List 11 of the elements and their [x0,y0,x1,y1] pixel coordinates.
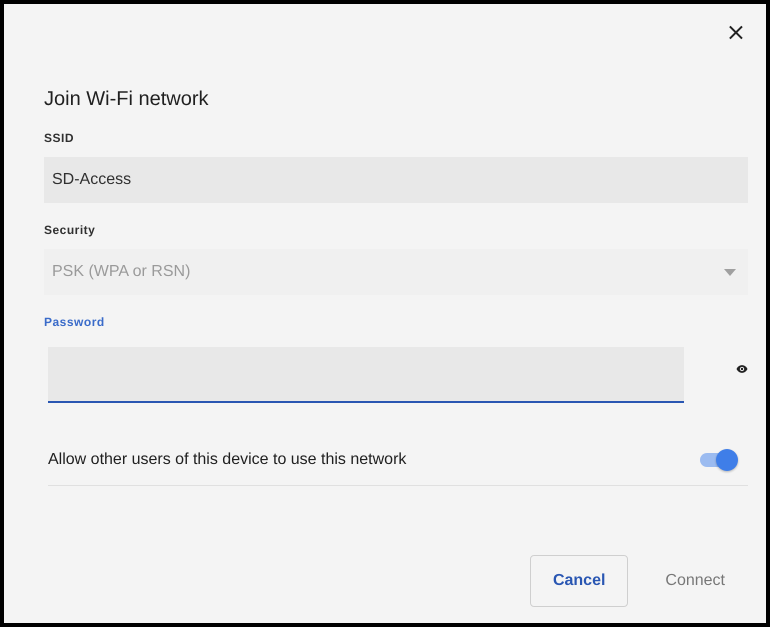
field-label: SSID [44,131,76,145]
dropdown-value: PSK (WPA or RSN) [52,263,190,281]
field-label: Security [44,223,96,237]
ssid-field[interactable]: SD-Access [44,157,748,203]
field-label: Password [44,315,106,329]
password-field[interactable] [48,347,684,403]
cancel-button[interactable]: Cancel [530,555,628,607]
caret-icon [724,268,736,276]
share-network-label: Allow other users of this device to use this network [48,451,406,469]
dialog-title: Join Wi-Fi network [44,88,210,111]
close-button[interactable]: × [724,18,748,46]
